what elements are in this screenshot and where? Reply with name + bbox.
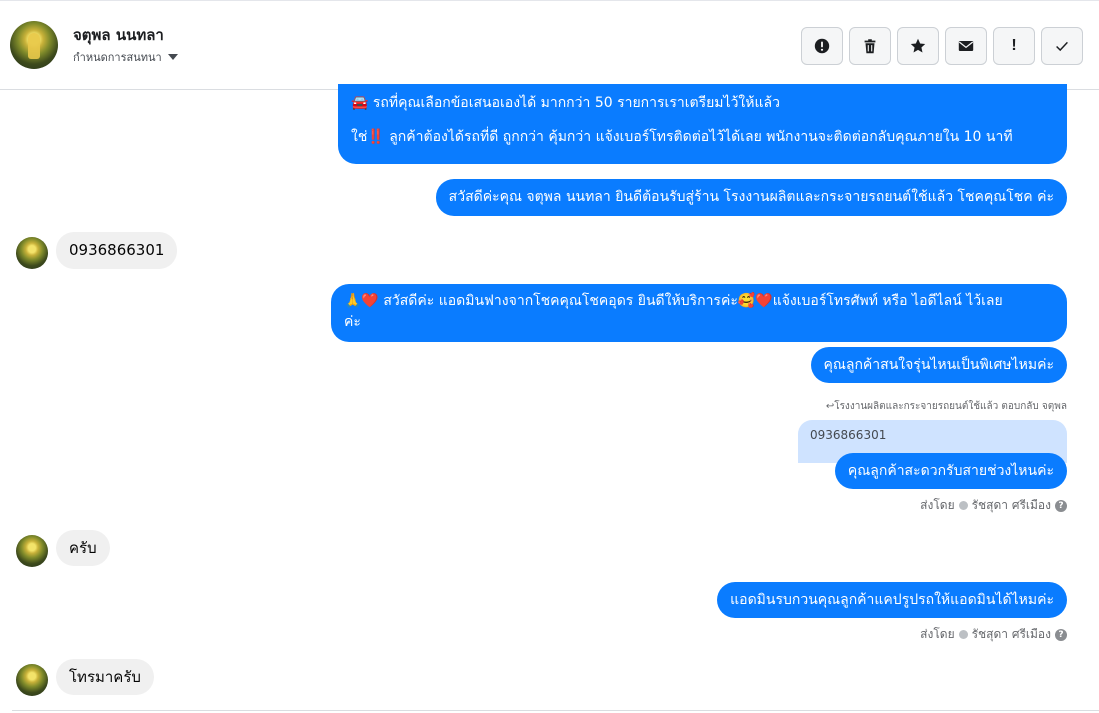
outgoing-message[interactable]: 🚘 รถที่คุณเลือกข้อเสนอเองได้ มากกว่า 50 … [338,84,1067,164]
conversation-toolbar: ! [801,27,1083,65]
contact-avatar-small [16,664,48,696]
incoming-message[interactable]: 0936866301 [56,232,178,269]
envelope-icon [958,41,974,51]
contact-name[interactable]: จตุพล นนทลา [73,23,164,47]
caret-down-icon [167,54,178,60]
message-thread[interactable]: 🚘 รถที่คุณเลือกข้อเสนอเองได้ มากกว่า 50 … [0,84,1099,713]
follow-up-button[interactable]: ! [993,27,1035,65]
sent-by-info: ส่งโดย รัชสุดา ศรีเมือง ? [920,625,1067,644]
sent-by-prefix: ส่งโดย [920,627,955,641]
help-icon[interactable]: ? [1055,499,1067,512]
outgoing-message[interactable]: คุณลูกค้าสนใจรุ่นไหนเป็นพิเศษไหมค่ะ [810,347,1067,383]
mark-spam-button[interactable] [801,27,843,65]
conversation-header: จตุพล นนทลา กำหนดการสนทนา ! [0,0,1099,90]
outgoing-message[interactable]: คุณลูกค้าสะดวกรับสายช่วงไหนค่ะ [834,453,1067,489]
star-button[interactable] [897,27,939,65]
checkmark-icon [1056,41,1068,52]
help-icon[interactable]: ? [1055,628,1067,641]
contact-avatar[interactable] [10,21,58,69]
sent-by-name[interactable]: รัชสุดา ศรีเมือง [972,496,1051,515]
mark-done-button[interactable] [1041,27,1083,65]
contact-avatar-small [16,535,48,567]
sent-by-info: ส่งโดย รัชสุดา ศรีเมือง ? [920,496,1067,515]
outgoing-message[interactable]: 🙏❤️ สวัสดีค่ะ แอดมินฟางจากโชคคุณโชคอุดร … [331,284,1067,342]
message-line: ค่ะ [344,314,361,330]
message-line: ใช่‼️ ลูกค้าต้องได้รถที่ดี ถูกกว่า คุ้มก… [351,129,1013,145]
outgoing-message[interactable]: สวัสดีค่ะคุณ จตุพล นนทลา ยินดีต้อนรับสู่… [435,179,1067,216]
contact-avatar-small [16,237,48,269]
outgoing-message[interactable]: แอดมินรบกวนคุณลูกค้าแคปรูปรถให้แอดมินได้… [717,582,1067,618]
sent-check-icon [958,501,968,510]
reply-context-label: ↩︎โรงงานผลิตและกระจายรถยนต์ใช้แล้ว ตอบกล… [825,401,1067,412]
alert-circle-icon [814,38,830,54]
incoming-message[interactable]: ครับ [56,530,110,566]
exclamation-icon: ! [1011,37,1017,54]
conversation-status-dropdown[interactable]: กำหนดการสนทนา [73,48,178,66]
conversation-status-label: กำหนดการสนทนา [73,51,162,64]
sent-by-name[interactable]: รัชสุดา ศรีเมือง [972,625,1051,644]
incoming-message[interactable]: โทรมาครับ [56,659,154,695]
message-line: 🚘 รถที่คุณเลือกข้อเสนอเองได้ มากกว่า 50 … [351,95,780,111]
message-line: 🙏❤️ สวัสดีค่ะ แอดมินฟางจากโชคคุณโชคอุดร … [344,293,1003,309]
sent-check-icon [958,630,968,639]
trash-icon [864,39,876,54]
sent-by-prefix: ส่งโดย [920,498,955,512]
star-icon [910,38,926,53]
delete-button[interactable] [849,27,891,65]
mark-unread-button[interactable] [945,27,987,65]
